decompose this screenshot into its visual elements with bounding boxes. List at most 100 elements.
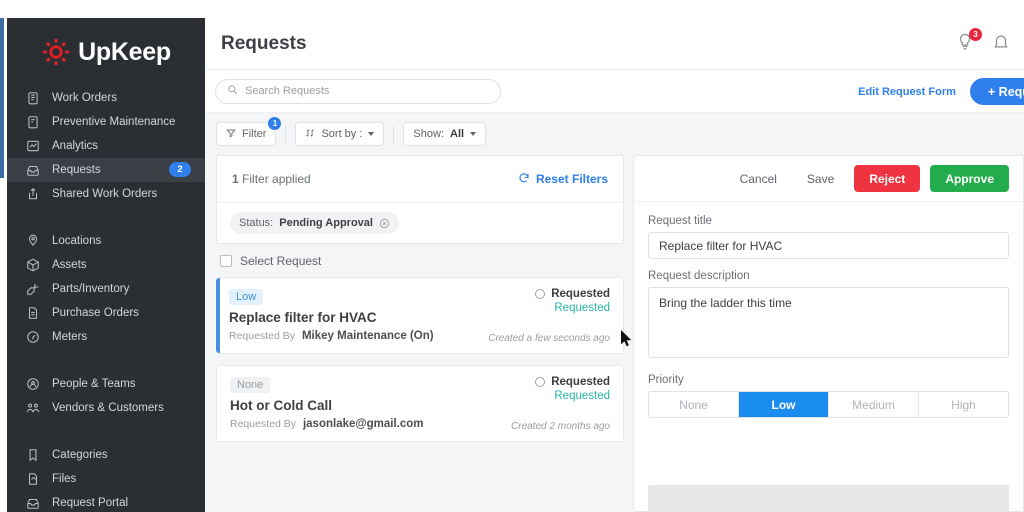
- page-title: Requests: [221, 32, 307, 54]
- portal-icon: [25, 496, 40, 511]
- sort-by-label: Sort by :: [321, 128, 363, 140]
- filter-toolbar: Filter 1 Sort by : Show: All: [205, 113, 1024, 155]
- sidebar-item-meters[interactable]: Meters: [7, 325, 205, 349]
- gear-icon: [41, 37, 71, 67]
- created-timestamp: Created a few seconds ago: [488, 333, 610, 344]
- request-list-item[interactable]: Low Replace filter for HVAC Requested By…: [216, 277, 624, 354]
- select-all-checkbox[interactable]: [220, 254, 232, 267]
- sidebar-label: Shared Work Orders: [52, 188, 158, 200]
- status-radio[interactable]: [535, 289, 546, 299]
- status-label: Requested: [551, 288, 610, 300]
- filter-chip-status[interactable]: Status: Pending Approval: [230, 212, 399, 234]
- funnel-icon: [226, 128, 236, 141]
- show-dropdown[interactable]: Show: All: [403, 122, 487, 146]
- sidebar-item-requests[interactable]: Requests 2: [7, 158, 205, 182]
- sidebar-item-preventive-maintenance[interactable]: Preventive Maintenance: [7, 110, 205, 134]
- show-label: Show:: [413, 128, 444, 140]
- top-header: Requests 3: [205, 18, 1024, 70]
- sidebar-item-assets[interactable]: Assets: [7, 253, 205, 277]
- new-request-button[interactable]: + Request: [969, 78, 1024, 105]
- priority-option-low[interactable]: Low: [739, 392, 829, 417]
- sidebar-item-work-orders[interactable]: Work Orders: [7, 86, 205, 110]
- request-description-label: Request description: [648, 270, 750, 282]
- close-circle-icon[interactable]: [379, 218, 390, 229]
- sidebar-item-categories[interactable]: Categories: [7, 443, 205, 467]
- sidebar-item-people-teams[interactable]: People & Teams: [7, 372, 205, 396]
- request-detail-column: Cancel Save Reject Approve Request title…: [633, 155, 1024, 512]
- sidebar-item-analytics[interactable]: Analytics: [7, 134, 205, 158]
- refresh-icon: [518, 172, 530, 187]
- toolbar-separator: [393, 125, 395, 143]
- cube-icon: [25, 258, 40, 273]
- detail-action-bar: Cancel Save Reject Approve: [634, 156, 1023, 202]
- content-columns: 1 Filter applied Reset Filters Status: P…: [205, 155, 1024, 512]
- bell-icon[interactable]: [992, 32, 1012, 54]
- search-icon: [227, 82, 238, 100]
- sidebar-label: Work Orders: [52, 92, 117, 104]
- sidebar-label: Parts/Inventory: [52, 283, 130, 295]
- sidebar-item-locations[interactable]: Locations: [7, 229, 205, 253]
- tips-badge: 3: [969, 28, 982, 41]
- app-root: UpKeep Work Orders Preventive Maintenanc…: [0, 0, 1024, 512]
- toolbar-separator: [285, 125, 287, 143]
- approve-button[interactable]: Approve: [930, 165, 1009, 192]
- lightbulb-icon[interactable]: 3: [956, 28, 982, 54]
- edit-request-form-link[interactable]: Edit Request Form: [858, 86, 956, 98]
- filter-applied-row: 1 Filter applied Reset Filters: [217, 156, 623, 202]
- priority-option-medium[interactable]: Medium: [829, 392, 919, 417]
- people-icon: [25, 377, 40, 392]
- priority-option-none[interactable]: None: [649, 392, 739, 417]
- filter-applied-text: 1 Filter applied: [232, 172, 311, 186]
- sidebar: UpKeep Work Orders Preventive Maintenanc…: [7, 18, 205, 512]
- filter-panel: 1 Filter applied Reset Filters Status: P…: [216, 155, 624, 244]
- sidebar-item-vendors-customers[interactable]: Vendors & Customers: [7, 396, 205, 420]
- sidebar-item-shared-work-orders[interactable]: Shared Work Orders: [7, 182, 205, 206]
- brand-logo[interactable]: UpKeep: [7, 18, 205, 80]
- sidebar-item-files[interactable]: Files: [7, 467, 205, 491]
- bookmark-icon: [25, 448, 40, 463]
- request-title-input[interactable]: [648, 232, 1009, 259]
- filter-applied-label: Filter applied: [242, 172, 311, 186]
- status-radio[interactable]: [535, 377, 546, 387]
- brand-name: UpKeep: [78, 37, 171, 66]
- clipboard-icon: [25, 91, 40, 106]
- cancel-button[interactable]: Cancel: [730, 166, 787, 192]
- sidebar-divider: [7, 349, 205, 366]
- sidebar-label: Purchase Orders: [52, 307, 139, 319]
- sidebar-label: Request Portal: [52, 497, 129, 509]
- request-list-item[interactable]: None Hot or Cold Call Requested By jason…: [216, 365, 624, 442]
- search-input[interactable]: [245, 85, 489, 97]
- sidebar-label: People & Teams: [52, 378, 136, 390]
- sidebar-group-3: People & Teams Vendors & Customers: [7, 366, 205, 420]
- priority-badge: None: [230, 377, 271, 393]
- sort-by-dropdown[interactable]: Sort by :: [295, 122, 385, 146]
- header-actions: Edit Request Form + Request: [858, 78, 1024, 105]
- select-all-label: Select Request: [240, 253, 322, 268]
- reset-filters-button[interactable]: Reset Filters: [518, 172, 608, 187]
- save-button[interactable]: Save: [797, 166, 844, 192]
- filter-applied-count: 1: [232, 172, 239, 186]
- header-icon-group: 3: [956, 28, 1012, 54]
- status-main-row: Requested: [535, 288, 610, 300]
- main-area: Requests 3 Search Requests Edit Request …: [205, 18, 1024, 512]
- search-box[interactable]: [215, 78, 501, 104]
- sidebar-item-parts-inventory[interactable]: Parts/Inventory: [7, 277, 205, 301]
- priority-label: Priority: [648, 374, 684, 386]
- chip-key: Status:: [239, 217, 274, 229]
- inbox-icon: [25, 163, 40, 178]
- wrench-icon: [25, 282, 40, 297]
- sidebar-item-purchase-orders[interactable]: Purchase Orders: [7, 301, 205, 325]
- status-sublabel: Requested: [554, 390, 610, 402]
- sidebar-label: Preventive Maintenance: [52, 116, 176, 128]
- request-status-block: Requested Requested: [535, 376, 610, 402]
- requests-column: 1 Filter applied Reset Filters Status: P…: [216, 155, 624, 512]
- filter-button[interactable]: Filter 1: [216, 117, 282, 146]
- request-description-textarea[interactable]: Bring the ladder this time: [648, 287, 1009, 358]
- vendors-icon: [25, 401, 40, 416]
- priority-option-high[interactable]: High: [919, 392, 1008, 417]
- sidebar-item-request-portal[interactable]: Request Portal: [7, 491, 205, 512]
- chip-value: Pending Approval: [279, 217, 373, 229]
- requested-by-label: Requested By: [229, 330, 295, 342]
- reject-button[interactable]: Reject: [854, 165, 921, 192]
- sidebar-group-1: Work Orders Preventive Maintenance Analy…: [7, 80, 205, 206]
